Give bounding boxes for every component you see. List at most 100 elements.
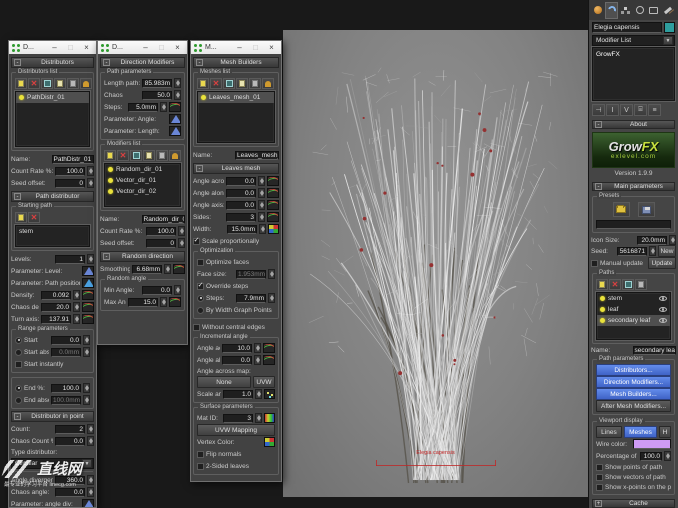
distributors-titlebar[interactable]: D... – □ × xyxy=(9,41,96,54)
meshes-list[interactable]: Leaves_mesh_01 xyxy=(196,90,276,144)
spinner[interactable] xyxy=(258,200,265,210)
rollout-mesh-builders[interactable]: - Mesh Builders xyxy=(193,57,279,68)
spinner[interactable] xyxy=(268,269,275,279)
paste-icon[interactable] xyxy=(635,279,647,290)
object-color-swatch[interactable] xyxy=(664,22,675,33)
show-end-result-icon[interactable]: I xyxy=(606,104,619,116)
delete-icon[interactable]: ✕ xyxy=(28,212,40,223)
without-central-checkbox[interactable] xyxy=(193,323,200,331)
minimize-icon[interactable]: – xyxy=(139,43,152,53)
duplicate-icon[interactable] xyxy=(41,78,53,89)
delete-icon[interactable]: ✕ xyxy=(210,78,222,89)
collapse-icon[interactable]: + xyxy=(595,500,602,507)
curve-icon[interactable] xyxy=(173,264,185,274)
save-preset-button[interactable] xyxy=(637,202,655,217)
collapse-icon[interactable]: - xyxy=(103,253,110,260)
copy-icon[interactable] xyxy=(54,78,66,89)
rollout-about[interactable]: - About xyxy=(592,120,675,129)
light-icon[interactable] xyxy=(80,78,92,89)
spinner[interactable] xyxy=(259,224,266,234)
h-button[interactable]: H xyxy=(659,426,671,438)
spinner[interactable] xyxy=(669,235,676,245)
rollout-cache[interactable]: + Cache xyxy=(592,499,675,508)
spinner[interactable] xyxy=(178,226,185,236)
name-field[interactable]: PathDistr_01 xyxy=(51,154,94,164)
path-name-field[interactable]: secondary leaf xyxy=(632,346,676,355)
steps-radio[interactable] xyxy=(197,294,204,302)
make-unique-icon[interactable]: V xyxy=(620,104,633,116)
angle-across-field[interactable]: 0.0 xyxy=(226,176,256,186)
minimize-icon[interactable]: – xyxy=(48,43,61,53)
add-icon[interactable] xyxy=(15,212,27,223)
spinner[interactable] xyxy=(164,264,171,274)
count-field[interactable]: 2 xyxy=(55,424,85,434)
curve-icon[interactable] xyxy=(82,290,94,300)
rollout-random-direction[interactable]: - Random direction xyxy=(100,251,185,262)
path-item-leaf[interactable]: leaf xyxy=(597,304,670,315)
rollout-leaves-mesh[interactable]: - Leaves mesh xyxy=(193,163,279,174)
meshes-button[interactable]: Meshes xyxy=(623,426,657,438)
spinner[interactable] xyxy=(73,302,80,312)
spinner[interactable] xyxy=(254,355,261,365)
curve-icon[interactable] xyxy=(169,102,181,112)
spinner[interactable] xyxy=(87,254,94,264)
utilities-tab[interactable] xyxy=(661,2,674,19)
by-width-radio[interactable] xyxy=(197,306,204,314)
spinner[interactable] xyxy=(254,343,261,353)
spinner[interactable] xyxy=(73,314,80,324)
max-angle-field[interactable]: 15.0 xyxy=(128,297,158,307)
curve-icon[interactable] xyxy=(267,200,279,210)
curve-icon[interactable] xyxy=(169,297,181,307)
lines-button[interactable]: Lines xyxy=(596,426,622,438)
pin-stack-icon[interactable]: ⊣ xyxy=(592,104,605,116)
display-tab[interactable] xyxy=(647,2,660,19)
visibility-icon[interactable] xyxy=(659,296,667,301)
two-sided-checkbox[interactable] xyxy=(197,462,204,470)
delete-icon[interactable]: ✕ xyxy=(117,150,129,161)
curve-icon[interactable] xyxy=(82,314,94,324)
collapse-icon[interactable]: - xyxy=(14,193,21,200)
motion-tab[interactable] xyxy=(633,2,646,19)
spinner[interactable] xyxy=(255,413,262,423)
duplicate-icon[interactable] xyxy=(622,279,634,290)
modify-tab[interactable] xyxy=(605,1,618,19)
remove-modifier-icon[interactable]: ⌸ xyxy=(634,104,647,116)
spinner[interactable] xyxy=(83,383,90,393)
minimize-icon[interactable]: – xyxy=(233,43,246,53)
spinner[interactable] xyxy=(87,178,94,188)
scale-angle-field[interactable]: 1.0 xyxy=(223,389,253,399)
radio-start[interactable] xyxy=(15,336,22,344)
name-field[interactable]: Leaves_mesh_01 xyxy=(235,150,279,160)
type-distributor-dropdown[interactable]: Circular ▼ xyxy=(11,458,94,469)
add-icon[interactable] xyxy=(197,78,209,89)
spinner[interactable] xyxy=(255,389,262,399)
rollout-distributors[interactable]: - Distributors xyxy=(11,57,94,68)
count-rate-field[interactable]: 100.0 xyxy=(146,226,176,236)
add-icon[interactable] xyxy=(15,78,27,89)
rollout-distributor-in-point[interactable]: - Distributor in point xyxy=(11,411,94,422)
path-item-stem[interactable]: stem xyxy=(597,293,670,304)
spinner[interactable] xyxy=(83,335,90,345)
angle-axis-field[interactable]: 0.0 xyxy=(226,200,256,210)
add-icon[interactable] xyxy=(596,279,608,290)
spinner[interactable] xyxy=(258,188,265,198)
spinner[interactable] xyxy=(83,395,90,405)
spinner[interactable] xyxy=(160,297,167,307)
visibility-icon[interactable] xyxy=(659,318,667,323)
copy-icon[interactable] xyxy=(236,78,248,89)
seed-field[interactable]: 5616871 xyxy=(617,246,647,256)
end-field[interactable]: 100.0 xyxy=(51,383,81,393)
list-item[interactable]: PathDistr_01 xyxy=(16,92,89,103)
spinner[interactable] xyxy=(87,487,94,497)
after-mesh-modifiers-button[interactable]: After Mesh Modifiers... xyxy=(596,400,671,412)
create-tab[interactable] xyxy=(591,2,604,19)
chaos-dens-field[interactable]: 20.0 xyxy=(41,302,71,312)
add-icon[interactable] xyxy=(104,150,116,161)
optimize-faces-checkbox[interactable] xyxy=(197,258,204,266)
modifiers-list[interactable]: Random_dir_01 Vector_dir_01 Vector_dir_0… xyxy=(103,162,182,208)
count-rate-field[interactable]: 100.0 xyxy=(55,166,85,176)
steps-field[interactable]: 5.0mm xyxy=(128,102,158,112)
viewport[interactable]: Elegia capensis xyxy=(283,30,588,497)
spinner[interactable] xyxy=(83,347,90,357)
smoothing-field[interactable]: 6.68mm xyxy=(132,264,162,274)
